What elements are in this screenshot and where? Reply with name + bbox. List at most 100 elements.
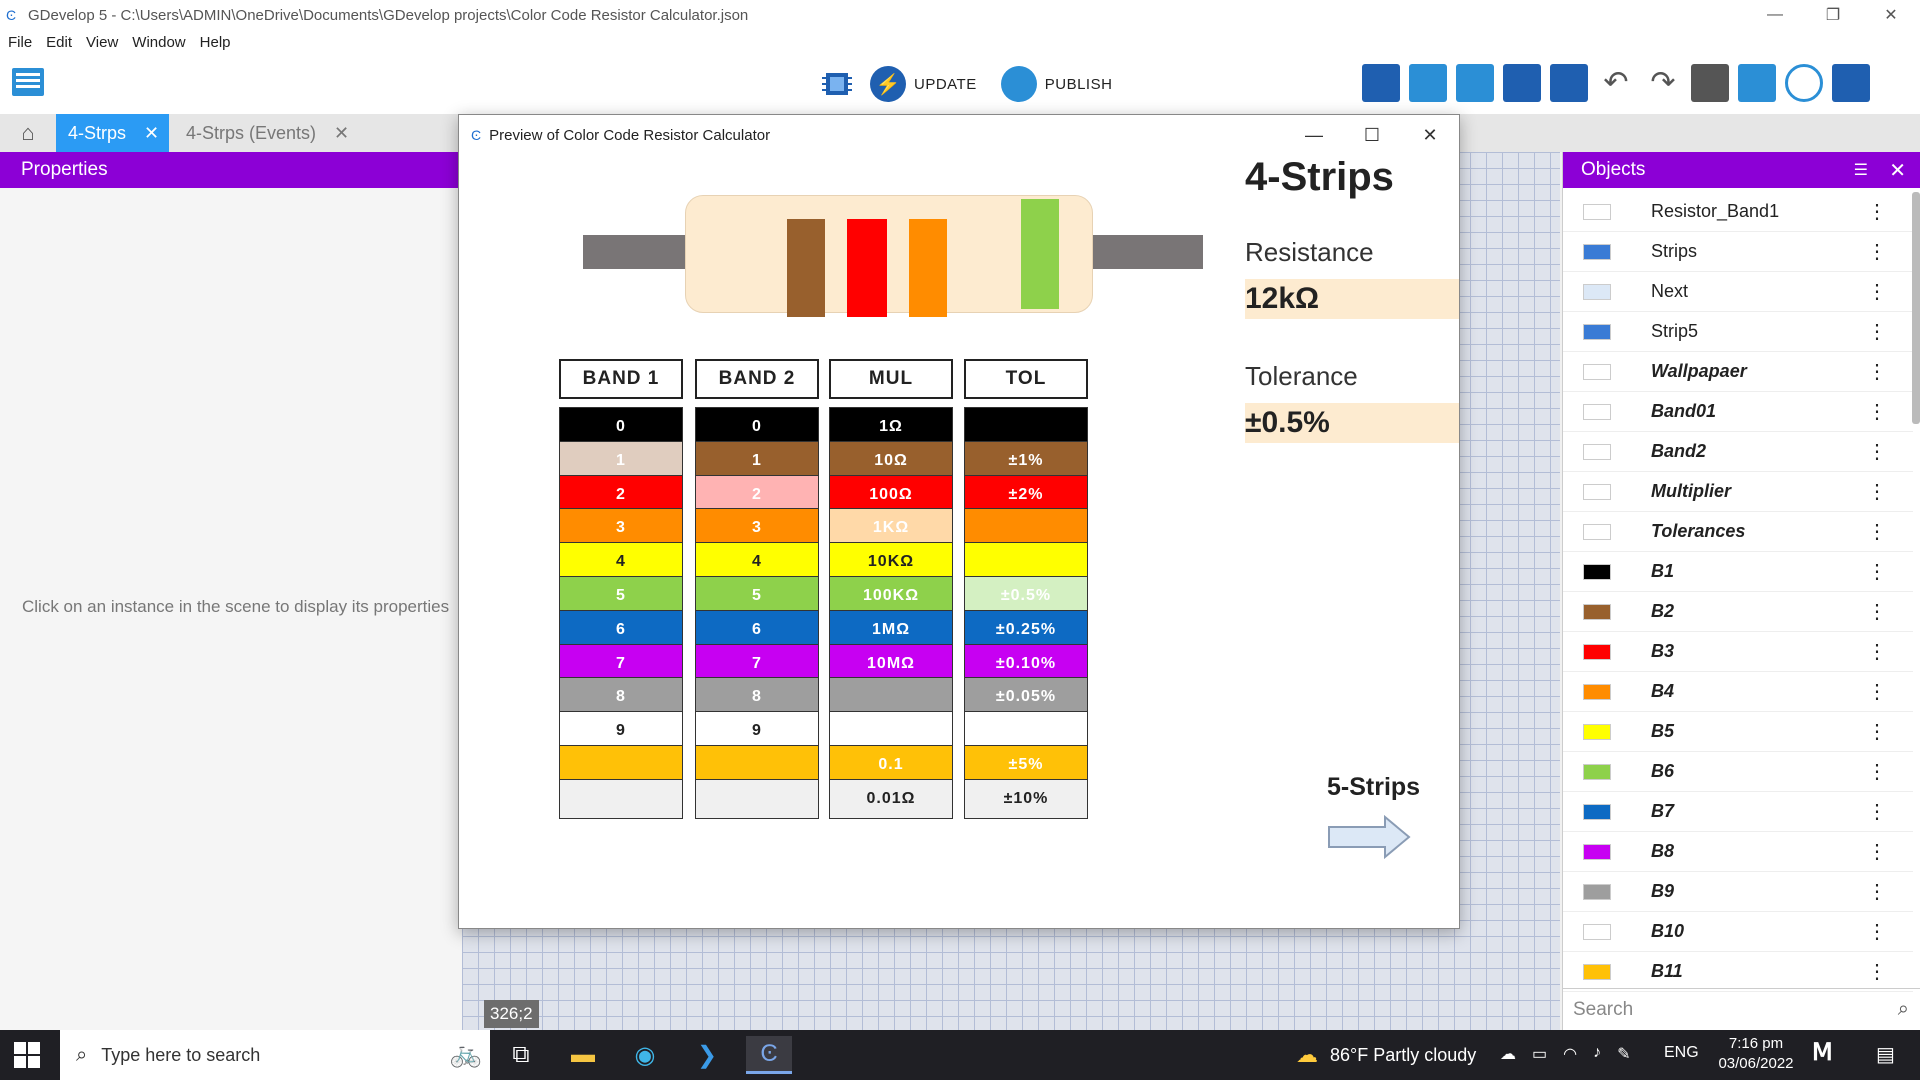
- zoom-icon[interactable]: [1785, 64, 1823, 102]
- object-menu-icon[interactable]: ⋮: [1867, 959, 1887, 984]
- update-icon[interactable]: ⚡: [870, 66, 906, 102]
- preview-windows-icon[interactable]: [1691, 64, 1729, 102]
- gdevelop-taskbar-icon[interactable]: Ͼ: [746, 1036, 792, 1074]
- object-list-item[interactable]: Band01 ⋮: [1563, 392, 1913, 432]
- close-panel-icon[interactable]: ✕: [1889, 158, 1906, 183]
- language-indicator[interactable]: ENG: [1664, 1044, 1699, 1062]
- close-button[interactable]: ✕: [1862, 0, 1920, 30]
- publish-button[interactable]: PUBLISH: [1045, 76, 1113, 93]
- object-list-item[interactable]: B6 ⋮: [1563, 752, 1913, 792]
- publish-icon[interactable]: [1000, 66, 1037, 102]
- object-list-item[interactable]: Band2 ⋮: [1563, 432, 1913, 472]
- object-list-item[interactable]: B5 ⋮: [1563, 712, 1913, 752]
- object-menu-icon[interactable]: ⋮: [1867, 799, 1887, 824]
- object-menu-icon[interactable]: ⋮: [1867, 559, 1887, 584]
- object-menu-icon[interactable]: ⋮: [1867, 439, 1887, 464]
- preview-minimize-button[interactable]: —: [1285, 115, 1343, 155]
- taskbar-search-box[interactable]: ⌕ Type here to search 🚲: [60, 1030, 490, 1080]
- objects-icon[interactable]: [1409, 64, 1447, 102]
- properties-icon[interactable]: [1456, 64, 1494, 102]
- undo-icon[interactable]: ↶: [1597, 64, 1635, 102]
- object-menu-icon[interactable]: ⋮: [1867, 479, 1887, 504]
- object-menu-icon[interactable]: ⋮: [1867, 839, 1887, 864]
- update-button[interactable]: UPDATE: [914, 76, 977, 93]
- edge-icon[interactable]: ◉: [622, 1036, 668, 1074]
- object-menu-icon[interactable]: ⋮: [1867, 599, 1887, 624]
- weather-widget[interactable]: ☁ 86°F Partly cloudy: [1296, 1030, 1476, 1080]
- objects-scrollbar[interactable]: [1912, 192, 1920, 424]
- color-cell[interactable]: [695, 778, 819, 819]
- object-list-item[interactable]: B1 ⋮: [1563, 552, 1913, 592]
- grid-icon[interactable]: [1738, 64, 1776, 102]
- object-menu-icon[interactable]: ⋮: [1867, 639, 1887, 664]
- object-menu-icon[interactable]: ⋮: [1867, 679, 1887, 704]
- app-tray-icon[interactable]: Ⅿ: [1812, 1038, 1833, 1067]
- color-cell[interactable]: ±10%: [964, 778, 1088, 819]
- object-menu-icon[interactable]: ⋮: [1867, 919, 1887, 944]
- color-cell[interactable]: 0.01Ω: [829, 778, 953, 819]
- object-list-item[interactable]: B3 ⋮: [1563, 632, 1913, 672]
- preview-maximize-button[interactable]: ☐: [1343, 115, 1401, 155]
- object-list-item[interactable]: B2 ⋮: [1563, 592, 1913, 632]
- battery-icon[interactable]: ▭: [1532, 1044, 1547, 1064]
- object-menu-icon[interactable]: ⋮: [1867, 199, 1887, 224]
- tab-4-strps-events[interactable]: 4-Strps (Events) ✕: [174, 114, 359, 152]
- home-icon[interactable]: ⌂: [10, 120, 46, 146]
- menu-window[interactable]: Window: [132, 34, 185, 51]
- search-icon[interactable]: ⌕: [1898, 998, 1909, 1021]
- object-list-item[interactable]: B8 ⋮: [1563, 832, 1913, 872]
- object-list-item[interactable]: B10 ⋮: [1563, 912, 1913, 952]
- volume-icon[interactable]: ♪: [1593, 1044, 1601, 1064]
- object-menu-icon[interactable]: ⋮: [1867, 399, 1887, 424]
- close-tab-icon[interactable]: ✕: [144, 123, 159, 144]
- filter-icon[interactable]: ☰: [1854, 160, 1868, 180]
- object-list-item[interactable]: Wallpapaer ⋮: [1563, 352, 1913, 392]
- object-list-item[interactable]: Strip5 ⋮: [1563, 312, 1913, 352]
- preview-close-button[interactable]: ✕: [1401, 115, 1459, 155]
- objects-search-field[interactable]: Search ⌕: [1563, 988, 1920, 1030]
- menu-help[interactable]: Help: [200, 34, 231, 51]
- object-list-item[interactable]: Multiplier ⋮: [1563, 472, 1913, 512]
- object-list-item[interactable]: Resistor_Band1 ⋮: [1563, 192, 1913, 232]
- object-menu-icon[interactable]: ⋮: [1867, 319, 1887, 344]
- object-menu-icon[interactable]: ⋮: [1867, 279, 1887, 304]
- restore-button[interactable]: ❐: [1804, 0, 1862, 30]
- object-list-item[interactable]: B9 ⋮: [1563, 872, 1913, 912]
- object-menu-icon[interactable]: ⋮: [1867, 759, 1887, 784]
- task-view-icon[interactable]: ⧉: [498, 1036, 544, 1074]
- pen-icon[interactable]: ✎: [1617, 1044, 1630, 1064]
- object-menu-icon[interactable]: ⋮: [1867, 719, 1887, 744]
- object-list-item[interactable]: B11 ⋮: [1563, 952, 1913, 992]
- vscode-icon[interactable]: ❯: [684, 1036, 730, 1074]
- close-tab-icon[interactable]: ✕: [334, 123, 349, 144]
- menu-edit[interactable]: Edit: [46, 34, 72, 51]
- object-list-item[interactable]: Strips ⋮: [1563, 232, 1913, 272]
- object-list-item[interactable]: Next ⋮: [1563, 272, 1913, 312]
- object-list-item[interactable]: B4 ⋮: [1563, 672, 1913, 712]
- wifi-icon[interactable]: ◠: [1563, 1044, 1577, 1064]
- layers-icon[interactable]: [1550, 64, 1588, 102]
- object-groups-icon[interactable]: [1362, 64, 1400, 102]
- object-menu-icon[interactable]: ⋮: [1867, 879, 1887, 904]
- object-menu-icon[interactable]: ⋮: [1867, 239, 1887, 264]
- color-cell[interactable]: [559, 778, 683, 819]
- notifications-icon[interactable]: ▤: [1876, 1042, 1895, 1067]
- instances-list-icon[interactable]: [1503, 64, 1541, 102]
- next-arrow-icon[interactable]: [1327, 815, 1411, 859]
- taskbar-clock[interactable]: 7:16 pm 03/06/2022: [1706, 1034, 1806, 1074]
- tab-4-strps[interactable]: 4-Strps ✕: [56, 114, 170, 152]
- project-manager-icon[interactable]: [10, 64, 46, 100]
- object-list-item[interactable]: Tolerances ⋮: [1563, 512, 1913, 552]
- menu-file[interactable]: File: [8, 34, 32, 51]
- menu-view[interactable]: View: [86, 34, 118, 51]
- onedrive-icon[interactable]: ☁: [1500, 1044, 1516, 1064]
- object-menu-icon[interactable]: ⋮: [1867, 519, 1887, 544]
- object-menu-icon[interactable]: ⋮: [1867, 359, 1887, 384]
- scene-properties-icon[interactable]: [1832, 64, 1870, 102]
- object-list-item[interactable]: B7 ⋮: [1563, 792, 1913, 832]
- redo-icon[interactable]: ↷: [1644, 64, 1682, 102]
- debugger-icon[interactable]: [818, 65, 856, 103]
- file-explorer-icon[interactable]: ▬: [560, 1036, 606, 1074]
- minimize-button[interactable]: —: [1746, 0, 1804, 30]
- windows-start-icon[interactable]: [14, 1042, 40, 1068]
